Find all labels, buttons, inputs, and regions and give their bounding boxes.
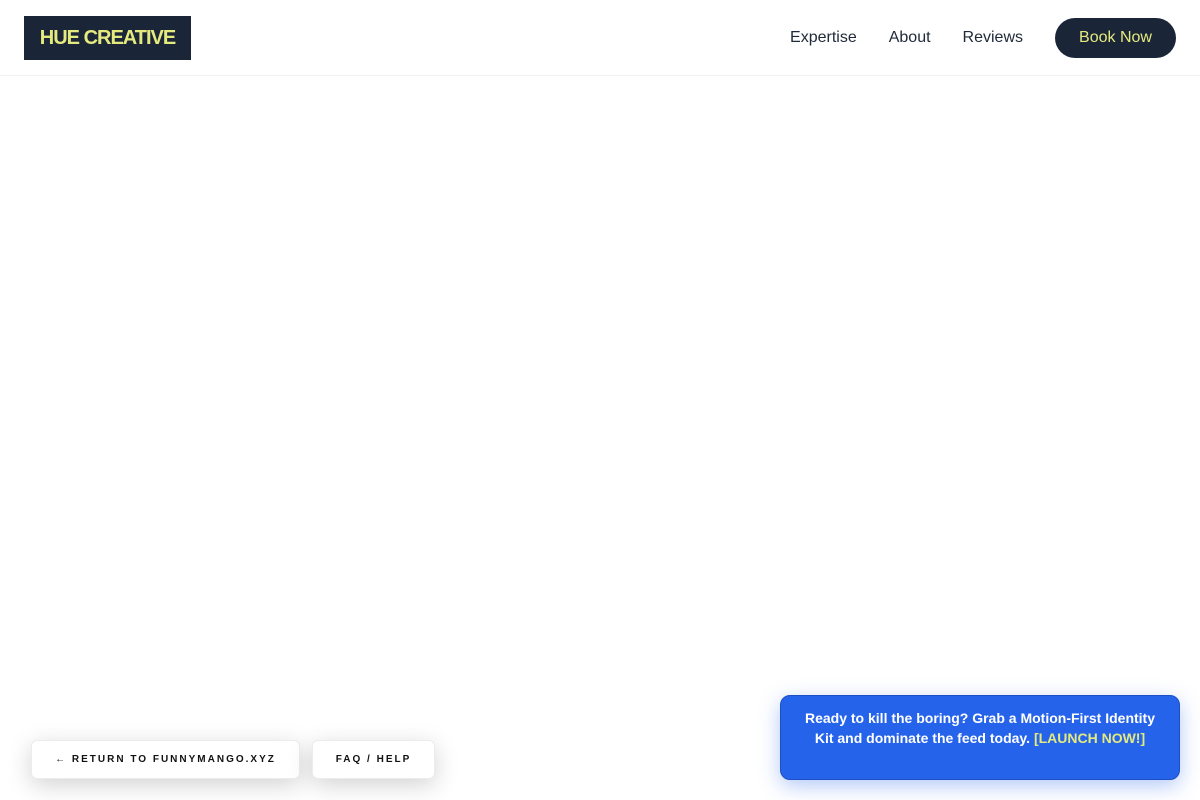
promo-banner[interactable]: Ready to kill the boring? Grab a Motion-… <box>780 695 1180 780</box>
brand-logo[interactable]: HUE CREATIVE <box>24 16 191 60</box>
site-header: HUE CREATIVE Expertise About Reviews Boo… <box>0 0 1200 76</box>
faq-help-button[interactable]: FAQ / HELP <box>312 740 435 779</box>
return-link-button[interactable]: ← RETURN TO FUNNYMANGO.XYZ <box>31 740 300 779</box>
book-now-button[interactable]: Book Now <box>1055 18 1176 58</box>
nav-link-reviews[interactable]: Reviews <box>963 29 1023 47</box>
promo-launch-link[interactable]: [LAUNCH NOW!] <box>1034 730 1145 746</box>
main-nav: Expertise About Reviews Book Now <box>790 18 1176 58</box>
nav-link-expertise[interactable]: Expertise <box>790 29 857 47</box>
nav-link-about[interactable]: About <box>889 29 931 47</box>
